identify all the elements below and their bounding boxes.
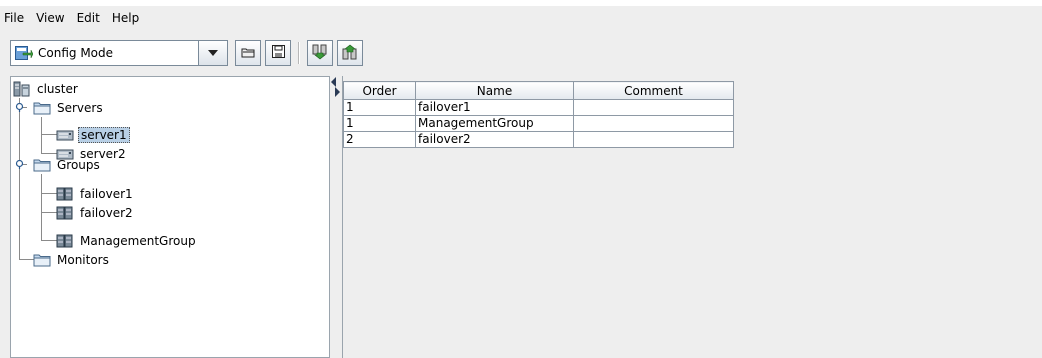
- menu-file[interactable]: File: [0, 8, 30, 28]
- tree-line: [41, 174, 42, 241]
- cell-name: failover1: [415, 99, 574, 116]
- tree-node-server1[interactable]: server1: [56, 125, 130, 144]
- cell-comment: [573, 115, 734, 132]
- open-icon: [241, 46, 255, 61]
- folder-icon: [33, 157, 51, 173]
- group-icon: [56, 233, 74, 249]
- open-button[interactable]: [235, 40, 261, 66]
- tree-node-managementgroup[interactable]: ManagementGroup: [56, 231, 198, 250]
- tree-pane[interactable]: cluster Servers server1 server2 Groups f…: [10, 76, 330, 358]
- table-header-row: Order Name Comment: [343, 81, 734, 100]
- tree-line: [19, 98, 20, 260]
- server-icon: [56, 127, 74, 143]
- table-row[interactable]: 1 failover1: [343, 99, 734, 116]
- group-order-table: Order Name Comment 1 failover1 1 Managem…: [343, 81, 734, 148]
- upload-button[interactable]: [337, 40, 363, 66]
- cell-name: failover2: [415, 131, 574, 148]
- tree-label-server1: server1: [78, 126, 130, 143]
- menu-view[interactable]: View: [30, 8, 70, 28]
- tree-line: [41, 134, 57, 135]
- tree-node-failover1[interactable]: failover1: [56, 184, 135, 203]
- tree-label-cluster: cluster: [37, 81, 78, 96]
- tree-label-failover2: failover2: [80, 205, 133, 220]
- column-header-comment[interactable]: Comment: [573, 81, 734, 100]
- tree-line: [41, 212, 57, 213]
- mode-label: Config Mode: [38, 46, 114, 60]
- cluster-icon: [13, 81, 31, 97]
- tree-label-managementgroup: ManagementGroup: [80, 233, 196, 248]
- save-icon: [271, 45, 285, 61]
- mode-select[interactable]: Config Mode: [10, 40, 228, 66]
- tree-node-failover2[interactable]: failover2: [56, 203, 135, 222]
- tree-node-groups[interactable]: Groups: [33, 155, 102, 174]
- tree-label-groups: Groups: [57, 157, 100, 172]
- tree-line: [41, 117, 42, 154]
- tree-node-cluster[interactable]: cluster: [13, 79, 80, 98]
- collapse-left-icon[interactable]: [331, 77, 336, 87]
- menu-bar: File View Edit Help: [0, 7, 1042, 29]
- top-edge: [0, 0, 1042, 6]
- folder-icon: [33, 252, 51, 268]
- expanded-handle-icon[interactable]: [15, 160, 24, 169]
- column-header-name[interactable]: Name: [415, 81, 574, 100]
- column-header-order[interactable]: Order: [343, 81, 416, 100]
- cell-order: 2: [343, 131, 416, 148]
- group-icon: [56, 205, 74, 221]
- split-divider[interactable]: [330, 76, 342, 358]
- detail-pane: Order Name Comment 1 failover1 1 Managem…: [342, 76, 1042, 358]
- cell-order: 1: [343, 115, 416, 132]
- tree-line: [41, 240, 57, 241]
- expanded-handle-icon[interactable]: [15, 103, 24, 112]
- tree-label-monitors: Monitors: [57, 252, 109, 267]
- save-button[interactable]: [265, 40, 291, 66]
- tree-node-monitors[interactable]: Monitors: [33, 250, 111, 269]
- cell-comment: [573, 131, 734, 148]
- cell-comment: [573, 99, 734, 116]
- tree-line: [41, 153, 57, 154]
- config-mode-icon: [15, 46, 34, 60]
- download-button[interactable]: [307, 40, 333, 66]
- group-icon: [56, 186, 74, 202]
- cell-name: ManagementGroup: [415, 115, 574, 132]
- table-row[interactable]: 1 ManagementGroup: [343, 115, 734, 132]
- table-row[interactable]: 2 failover2: [343, 131, 734, 148]
- toolbar-separator: [298, 42, 300, 64]
- menu-edit[interactable]: Edit: [71, 8, 106, 28]
- menu-help[interactable]: Help: [106, 8, 145, 28]
- collapse-right-icon[interactable]: [335, 87, 340, 97]
- tree-label-servers: Servers: [57, 100, 103, 115]
- tree-line: [41, 193, 57, 194]
- folder-icon: [33, 100, 51, 116]
- cluster-tree: cluster Servers server1 server2 Groups f…: [11, 77, 329, 357]
- upload-icon: [342, 44, 358, 63]
- tree-node-servers[interactable]: Servers: [33, 98, 105, 117]
- download-icon: [312, 44, 328, 63]
- cell-order: 1: [343, 99, 416, 116]
- toolbar: Config Mode: [0, 32, 1042, 72]
- tree-label-failover1: failover1: [80, 186, 133, 201]
- chevron-down-icon[interactable]: [198, 41, 227, 65]
